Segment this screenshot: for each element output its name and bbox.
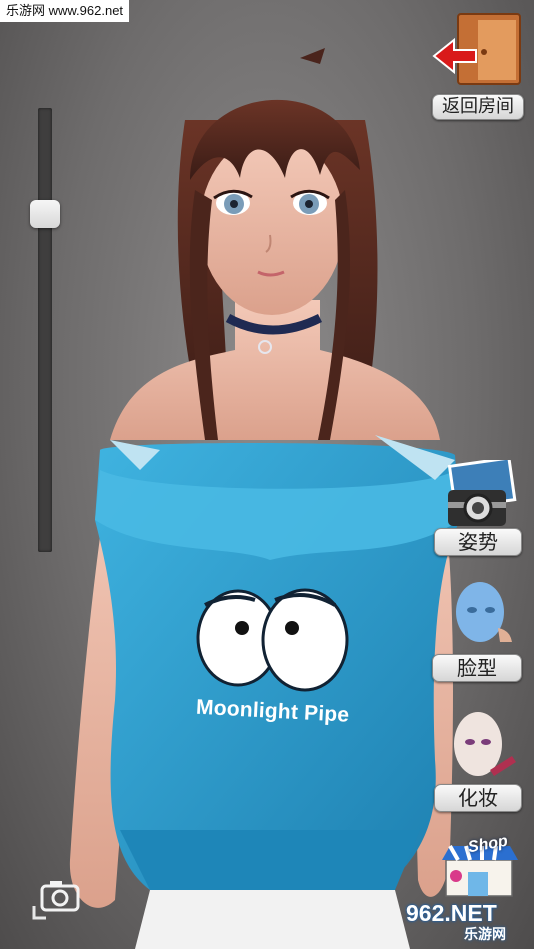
pose-button[interactable]: 姿势: [432, 460, 524, 556]
watermark-bottom-top: 962.NET: [406, 900, 497, 926]
back-room-label: 返回房间: [432, 94, 524, 120]
makeup-face-icon: [454, 712, 516, 776]
face-shape-button[interactable]: 脸型: [430, 580, 524, 682]
camera-icon: [32, 881, 80, 920]
door-exit-arrow-icon: [432, 13, 521, 85]
shop-button[interactable]: Shop: [440, 833, 520, 900]
makeup-button[interactable]: 化妆: [432, 710, 524, 812]
back-room-button[interactable]: 返回房间: [432, 12, 526, 120]
face-shape-label: 脸型: [432, 654, 522, 682]
watermark-bottom-bottom: 乐游网: [464, 927, 506, 943]
photo-camera-icon: [447, 460, 517, 526]
face-model-icon: [456, 582, 512, 642]
screenshot-button[interactable]: [32, 876, 84, 920]
pose-label: 姿势: [434, 528, 522, 556]
makeup-label: 化妆: [434, 784, 522, 812]
watermark-bottom: 962.NET 乐游网: [400, 900, 530, 946]
